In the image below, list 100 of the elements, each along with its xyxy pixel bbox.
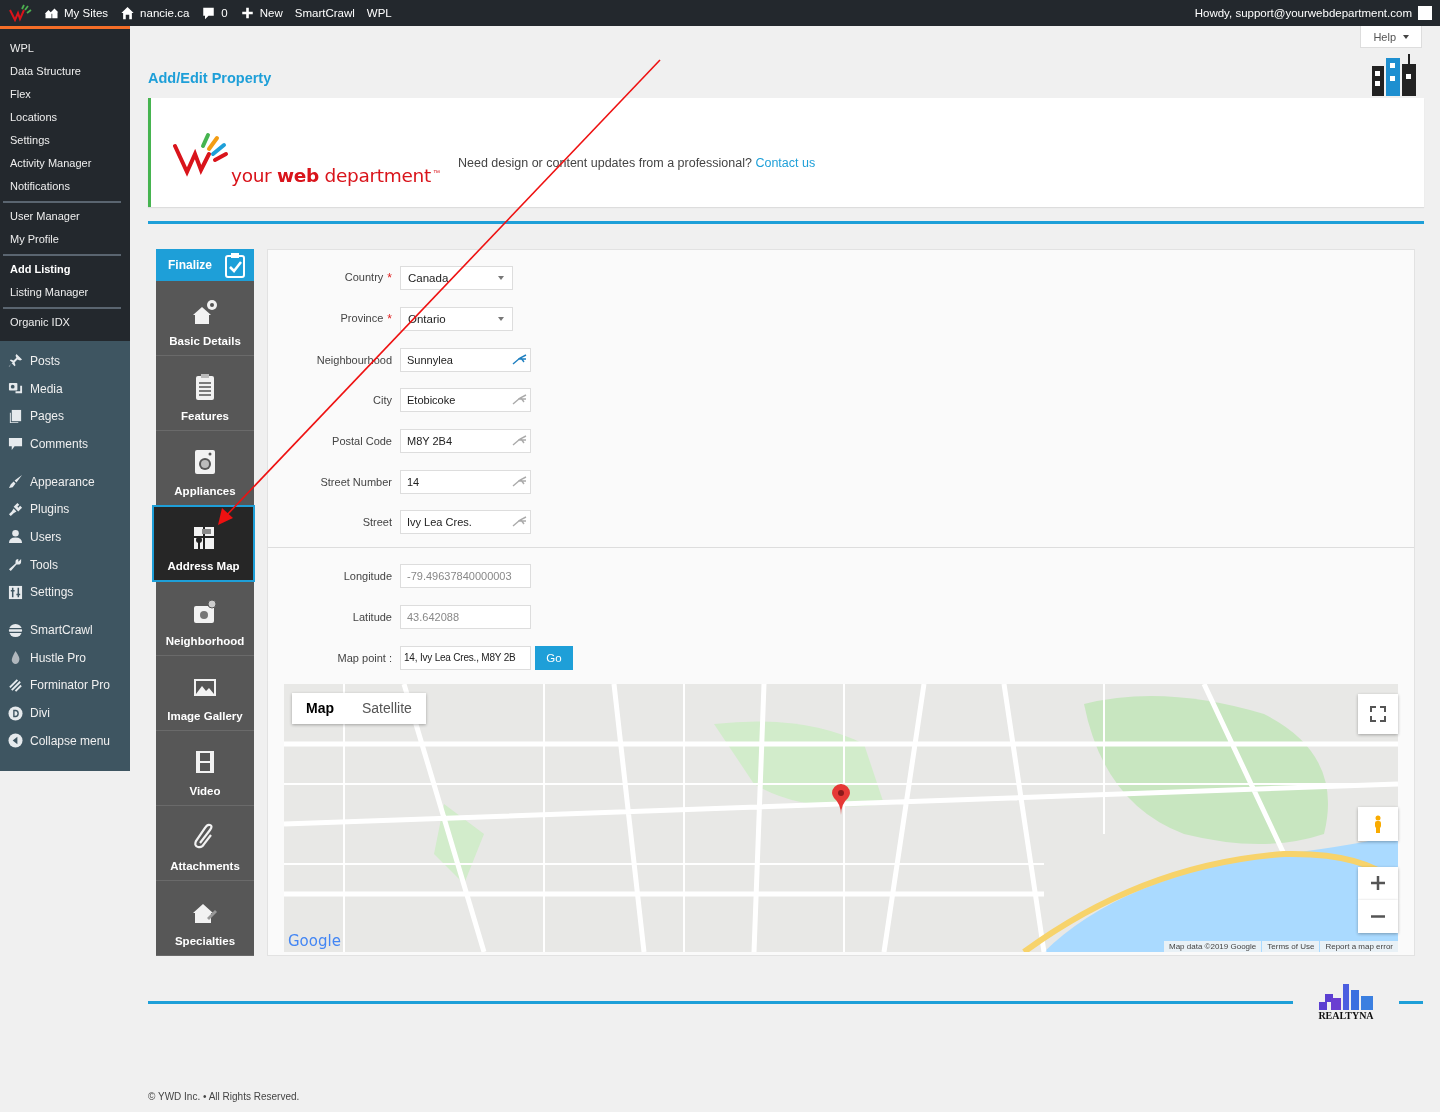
section-tab[interactable]: Address Map xyxy=(153,506,254,581)
zoom-out-button[interactable] xyxy=(1358,899,1398,933)
input-field[interactable]: Etobicoke xyxy=(400,388,531,413)
menu-item[interactable]: Posts xyxy=(30,353,60,368)
menu-item[interactable]: Users xyxy=(30,529,62,544)
minus-icon xyxy=(1369,914,1387,918)
field-label: Map point : xyxy=(336,651,393,664)
submenu-item[interactable]: Listing Manager xyxy=(3,281,121,304)
map-type-button[interactable]: Map xyxy=(292,692,348,724)
menu-item[interactable]: Appearance xyxy=(30,474,95,489)
menu-item[interactable]: Comments xyxy=(30,436,88,451)
required-mark: * xyxy=(387,271,392,286)
zoom-in-button[interactable] xyxy=(1358,866,1398,900)
menu-item[interactable]: Hustle Pro xyxy=(30,650,87,665)
fullscreen-button[interactable] xyxy=(1358,693,1398,734)
page-title: Add/Edit Property xyxy=(148,70,272,86)
help-button[interactable]: Help xyxy=(1360,26,1422,48)
realtyna-wordmark: REALTYNA xyxy=(1318,1010,1374,1021)
section-tab[interactable]: Specialties xyxy=(156,881,254,956)
autocomplete-icon[interactable] xyxy=(512,393,527,406)
field-label: Postal Code xyxy=(331,435,393,448)
required-mark: * xyxy=(387,312,392,327)
pages-icon xyxy=(8,408,23,424)
brush-icon xyxy=(8,474,23,490)
autocomplete-icon[interactable] xyxy=(512,474,527,487)
field-label: Street Number xyxy=(319,475,393,488)
address-search-field[interactable]: 14, Ivy Lea Cres., M8Y 2B xyxy=(400,645,531,670)
menu-item[interactable]: Pages xyxy=(30,409,65,424)
section-tab[interactable]: Basic Details xyxy=(156,281,254,356)
houses-icon xyxy=(44,6,59,20)
field-label: Longitude xyxy=(342,570,393,583)
toolbar-link[interactable]: 0 xyxy=(201,6,228,20)
pushpin-icon xyxy=(8,353,23,369)
map-type-button[interactable]: Satellite xyxy=(348,692,426,724)
field-label: City xyxy=(372,394,393,407)
submenu-item[interactable]: Data Structure xyxy=(3,60,121,83)
plus-icon xyxy=(1369,874,1387,893)
logo-icon[interactable] xyxy=(8,4,32,22)
street-view-button[interactable] xyxy=(1358,806,1398,841)
submenu-item[interactable]: Settings xyxy=(3,129,121,152)
section-tab[interactable]: Attachments xyxy=(156,806,254,881)
submenu-item[interactable]: Locations xyxy=(3,106,121,129)
autocomplete-icon[interactable] xyxy=(512,352,527,365)
toolbar-link[interactable]: SmartCrawl xyxy=(294,7,355,19)
caret-icon xyxy=(498,317,504,322)
submenu-item[interactable]: User Manager xyxy=(3,205,121,228)
field-label: Country * xyxy=(343,271,393,286)
map-attribution[interactable]: Map data ©2019 Google xyxy=(1164,940,1262,952)
input-field[interactable]: Ivy Lea Cres. xyxy=(400,510,531,535)
user-icon xyxy=(8,529,23,545)
submenu-item[interactable]: Organic IDX xyxy=(3,311,121,334)
autocomplete-icon[interactable] xyxy=(512,434,527,447)
submenu-item[interactable]: Add Listing xyxy=(3,258,121,281)
logo-wordmark: your web department xyxy=(231,164,431,186)
clipboard-check-icon xyxy=(224,252,246,278)
home-icon xyxy=(120,6,136,20)
toolbar-link[interactable]: WPL xyxy=(366,7,392,19)
menu-item[interactable]: Tools xyxy=(30,557,58,572)
toolbar-link[interactable]: My Sites xyxy=(44,6,109,20)
menu-item[interactable]: Divi xyxy=(30,706,50,721)
section-tab[interactable]: Image Gallery xyxy=(156,656,254,731)
map-brand: Google xyxy=(288,931,341,950)
submenu-item[interactable]: Notifications xyxy=(3,175,121,198)
copyright-text: © YWD Inc. • All Rights Reserved. xyxy=(148,1091,301,1102)
submenu-item[interactable]: My Profile xyxy=(3,228,121,251)
pin-photo-icon xyxy=(191,598,219,626)
circle-letter-icon xyxy=(8,705,23,721)
menu-item[interactable]: Collapse menu xyxy=(30,733,111,748)
toolbar-link[interactable]: nancie.ca xyxy=(120,6,190,20)
submenu-item[interactable]: WPL xyxy=(3,37,121,60)
menu-item[interactable]: Settings xyxy=(30,585,74,600)
slashes-icon xyxy=(8,677,23,693)
section-tab[interactable]: Neighborhood xyxy=(156,581,254,656)
realtyna-logo-icon xyxy=(1317,984,1375,1010)
toolbar-link[interactable]: New xyxy=(239,6,283,20)
map-attribution[interactable]: Report a map error xyxy=(1320,940,1398,952)
section-tab[interactable]: Features xyxy=(156,356,254,431)
menu-item[interactable]: Media xyxy=(30,381,63,396)
submenu-item[interactable]: Flex xyxy=(3,83,121,106)
menu-item[interactable]: Plugins xyxy=(30,502,70,517)
comment-icon xyxy=(8,436,23,452)
input-field[interactable]: -79.49637840000003 xyxy=(400,564,531,589)
menu-item[interactable]: SmartCrawl xyxy=(30,623,93,638)
field-label: Street xyxy=(361,516,393,529)
section-tab[interactable]: Video xyxy=(156,731,254,806)
field-label: Latitude xyxy=(351,610,393,623)
map-attribution[interactable]: Terms of Use xyxy=(1262,940,1320,952)
input-field[interactable]: 14 xyxy=(400,469,531,494)
autocomplete-icon[interactable] xyxy=(512,515,527,528)
menu-item[interactable]: Forminator Pro xyxy=(30,678,111,693)
sliders-icon xyxy=(8,584,23,600)
account-link[interactable]: Howdy, support@yourwebdepartment.com xyxy=(1194,7,1412,19)
input-field[interactable]: 43.642088 xyxy=(400,604,531,629)
dropdown[interactable]: Canada xyxy=(400,266,513,291)
plus-icon xyxy=(239,6,255,20)
caret-icon xyxy=(1403,35,1409,39)
section-tab[interactable]: Appliances xyxy=(156,431,254,506)
submenu-item[interactable]: Activity Manager xyxy=(3,152,121,175)
input-field[interactable]: Sunnylea xyxy=(400,347,531,372)
input-field[interactable]: M8Y 2B4 xyxy=(400,429,531,454)
